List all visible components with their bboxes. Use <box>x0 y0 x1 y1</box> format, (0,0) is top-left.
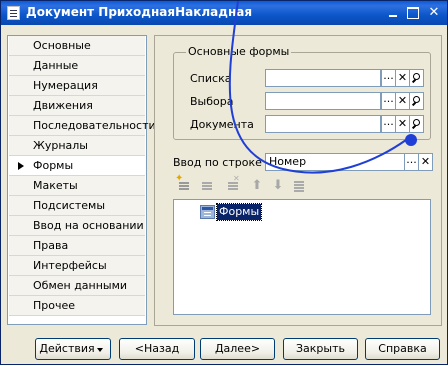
nav-item-interfeysy[interactable]: Интерфейсы <box>9 256 145 276</box>
add-form-icon[interactable] <box>175 173 192 193</box>
sort-icon[interactable] <box>293 179 307 193</box>
document-form-open-button[interactable] <box>409 115 424 133</box>
next-button[interactable]: Далее> <box>200 338 275 360</box>
dropdown-arrow-icon <box>97 348 103 352</box>
magnifier-icon <box>411 95 422 107</box>
dialog-window: Документ ПриходнаяНакладная ✕ Основные Д… <box>0 0 448 365</box>
nav-item-numeraciya[interactable]: Нумерация <box>9 76 145 96</box>
window-title: Документ ПриходнаяНакладная <box>26 5 253 19</box>
list-form-field[interactable] <box>265 69 381 87</box>
input-by-line-field[interactable]: Номер <box>265 153 405 171</box>
nav-item-label: Нумерация <box>33 79 98 92</box>
list-form-label: Списка <box>190 72 232 85</box>
nav-item-osnovnye[interactable]: Основные <box>9 36 145 56</box>
nav-item-label: Формы <box>33 159 74 172</box>
list-form-open-button[interactable] <box>409 69 424 87</box>
magnifier-icon <box>411 72 422 84</box>
nav-item-label: Данные <box>33 59 79 72</box>
document-form-select-button[interactable]: ... <box>381 115 396 133</box>
nav-item-prochee[interactable]: Прочее <box>9 296 145 316</box>
choice-form-clear-button[interactable]: ✕ <box>395 92 410 110</box>
list-form-select-button[interactable]: ... <box>381 69 396 87</box>
edit-form-icon[interactable] <box>201 179 215 193</box>
nav-item-makety[interactable]: Макеты <box>9 176 145 196</box>
input-by-line-select-button[interactable]: ... <box>404 153 419 171</box>
nav-item-label: Интерфейсы <box>33 259 107 272</box>
input-by-line-value: Номер <box>269 155 307 168</box>
nav-item-label: Последовательности <box>33 119 156 132</box>
main-forms-legend: Основные формы <box>186 45 292 58</box>
nav-item-prava[interactable]: Права <box>9 236 145 256</box>
minimize-button[interactable] <box>386 5 402 20</box>
move-up-icon[interactable]: ⬆ <box>250 179 264 193</box>
maximize-button[interactable] <box>405 5 421 20</box>
nav-item-dannye[interactable]: Данные <box>9 56 145 76</box>
close-button[interactable]: Закрыть <box>283 338 358 360</box>
tree-item-formy[interactable]: Формы <box>215 203 263 221</box>
choice-form-select-button[interactable]: ... <box>381 92 396 110</box>
actions-button[interactable]: Действия <box>35 338 111 360</box>
nav-item-label: Права <box>33 239 69 252</box>
magnifier-icon <box>411 118 422 130</box>
nav-item-zhurnaly[interactable]: Журналы <box>9 136 145 156</box>
nav-item-obmen-dannymi[interactable]: Обмен данными <box>9 276 145 296</box>
document-form-clear-button[interactable]: ✕ <box>395 115 410 133</box>
back-button[interactable]: <Назад <box>119 338 195 360</box>
nav-item-podsistemy[interactable]: Подсистемы <box>9 196 145 216</box>
nav-item-label: Обмен данными <box>33 279 128 292</box>
nav-item-posledovatelnosti[interactable]: Последовательности <box>9 116 156 136</box>
selected-arrow-icon <box>18 162 24 170</box>
nav-item-vvod-na-osnovanii[interactable]: Ввод на основании <box>9 216 145 236</box>
nav-item-formy[interactable]: Формы <box>9 156 145 176</box>
list-form-clear-button[interactable]: ✕ <box>395 69 410 87</box>
input-by-line-label: Ввод по строке <box>173 156 262 169</box>
nav-item-label: Макеты <box>33 179 78 192</box>
choice-form-open-button[interactable] <box>409 92 424 110</box>
nav-item-label: Подсистемы <box>33 199 106 212</box>
nav-item-label: Ввод на основании <box>33 219 144 232</box>
title-bar[interactable]: Документ ПриходнаяНакладная ✕ <box>1 1 447 25</box>
document-form-field[interactable] <box>265 115 381 133</box>
delete-form-icon[interactable] <box>227 174 241 193</box>
nav-item-dvizheniya[interactable]: Движения <box>9 96 145 116</box>
document-form-label: Документа <box>190 118 254 131</box>
forms-folder-icon <box>200 205 215 219</box>
close-window-button[interactable]: ✕ <box>426 5 442 20</box>
nav-item-label: Движения <box>33 99 93 112</box>
document-icon <box>7 6 20 20</box>
choice-form-field[interactable] <box>265 92 381 110</box>
nav-item-label: Основные <box>33 39 91 52</box>
nav-item-label: Журналы <box>33 139 88 152</box>
actions-button-label: Действия <box>39 342 95 355</box>
input-by-line-clear-button[interactable]: ✕ <box>418 153 433 171</box>
help-button[interactable]: Справка <box>365 338 440 360</box>
nav-item-label: Прочее <box>33 299 76 312</box>
move-down-icon[interactable]: ⬇ <box>271 179 285 193</box>
section-list: Основные Данные Нумерация Движения После… <box>7 35 156 325</box>
choice-form-label: Выбора <box>190 95 234 108</box>
